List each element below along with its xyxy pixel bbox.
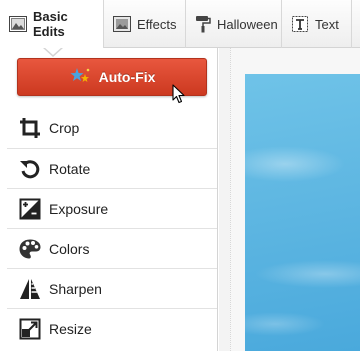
tab-text[interactable]: Text (282, 0, 352, 48)
palette-icon (17, 236, 43, 262)
image-icon (9, 16, 27, 32)
sparkle-stars-icon (69, 67, 91, 88)
tool-resize[interactable]: Resize (7, 308, 217, 348)
auto-fix-label: Auto-Fix (98, 69, 156, 85)
mouse-cursor-icon (172, 84, 186, 110)
picture-frame-icon (113, 16, 131, 32)
tool-label: Sharpen (49, 280, 102, 297)
paint-roller-icon (195, 15, 211, 33)
tab-label: Text (315, 16, 339, 32)
tab-label: Basic Edits (33, 9, 68, 39)
tool-label: Resize (49, 320, 92, 337)
tool-label: Colors (49, 240, 90, 257)
tab-effects[interactable]: Effects (104, 0, 186, 48)
tab-label: Halloween (217, 16, 278, 32)
tab-label: Effects (137, 16, 177, 32)
tool-label: Exposure (49, 200, 109, 217)
exposure-icon (17, 196, 43, 222)
tab-basic-edits[interactable]: Basic Edits (0, 0, 104, 48)
photo-editor: Basic Edits Effects Halloween Text Auto-… (0, 0, 360, 351)
crop-icon (17, 115, 43, 141)
text-box-icon (291, 15, 309, 33)
tool-exposure[interactable]: Exposure (7, 188, 217, 228)
resize-icon (17, 316, 43, 342)
tab-halloween[interactable]: Halloween (186, 0, 282, 48)
tool-label: Crop (49, 120, 80, 136)
active-tab-pointer (44, 47, 62, 55)
rotate-icon (17, 156, 43, 182)
tool-list: Crop Rotate Exposure Colors Sharpen Resi… (7, 108, 217, 348)
tab-bar: Basic Edits Effects Halloween Text (0, 0, 360, 48)
tool-rotate[interactable]: Rotate (7, 148, 217, 188)
tool-crop[interactable]: Crop (7, 108, 217, 148)
photo-canvas[interactable] (245, 74, 360, 351)
canvas-gutter-inner (230, 48, 245, 351)
tool-colors[interactable]: Colors (7, 228, 217, 268)
canvas-margin (245, 48, 360, 74)
tool-label: Rotate (49, 160, 91, 177)
sharpen-icon (17, 276, 43, 302)
tool-sharpen[interactable]: Sharpen (7, 268, 217, 308)
